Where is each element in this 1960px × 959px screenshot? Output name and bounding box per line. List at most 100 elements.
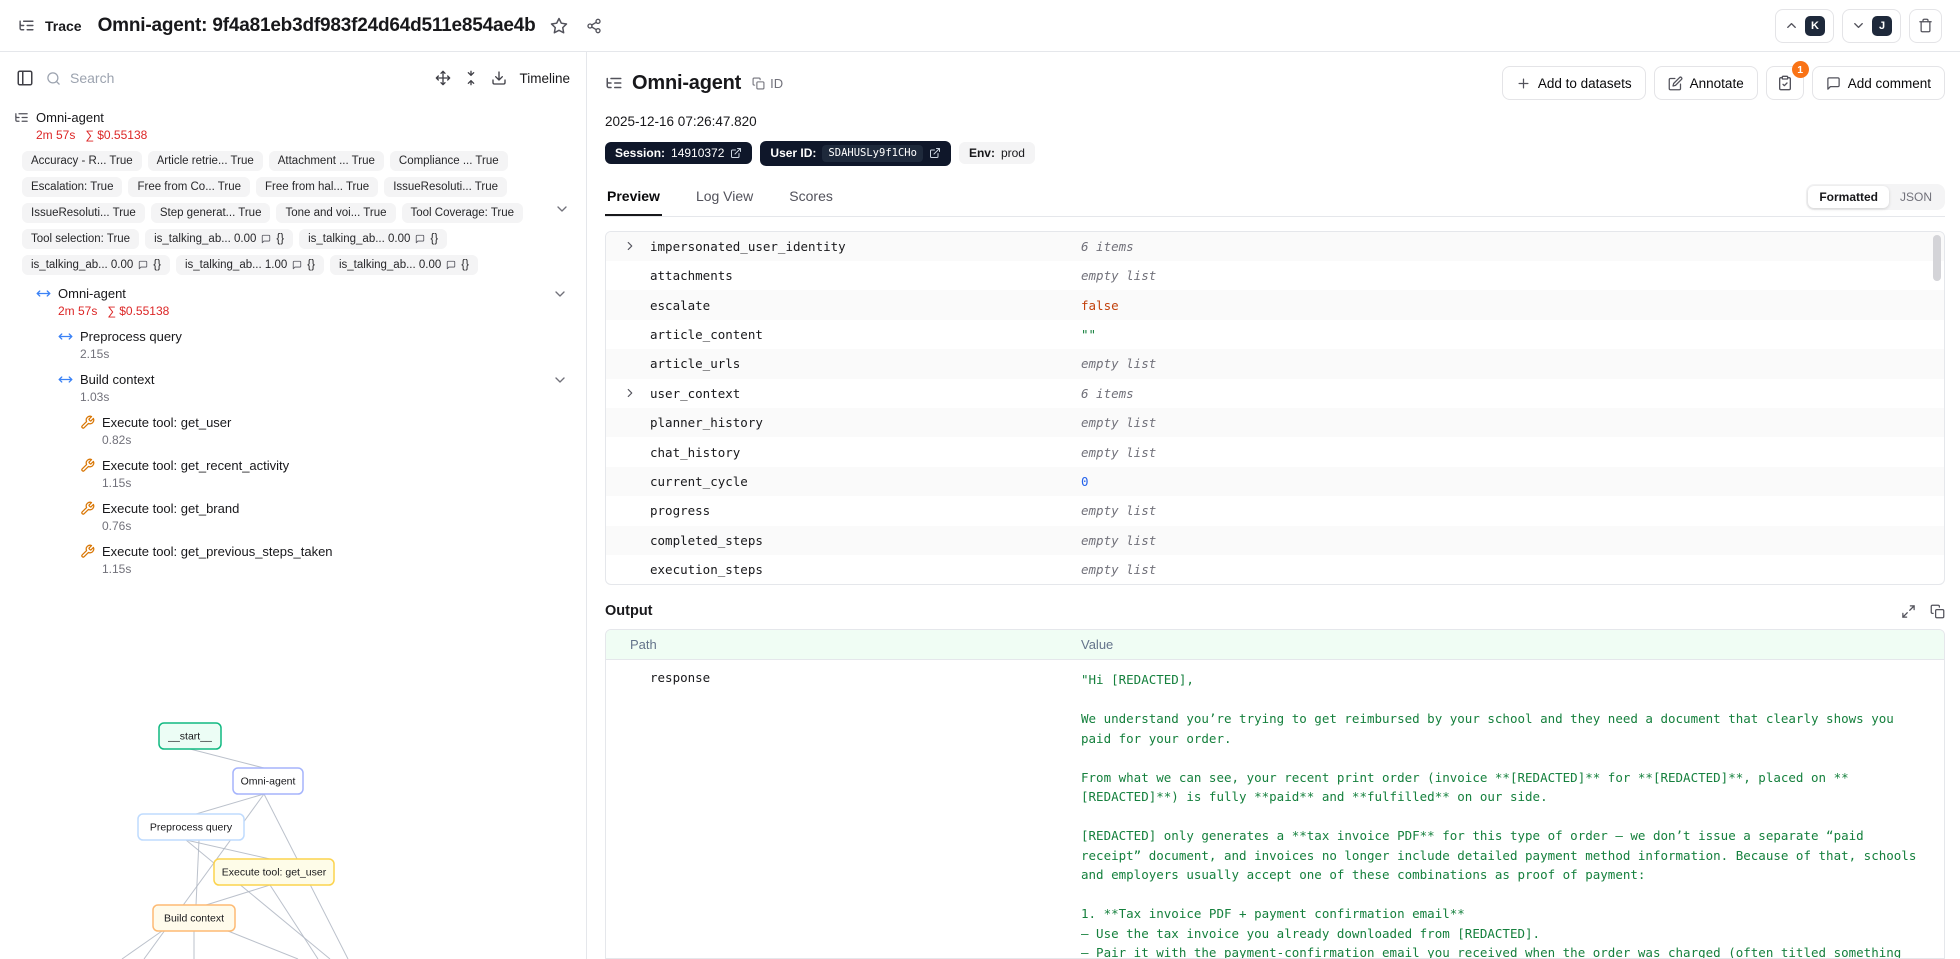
score-badge[interactable]: is_talking_ab... 0.00 {} [145, 229, 294, 249]
preview-row-planner-history[interactable]: planner_history empty list [606, 407, 1944, 438]
comment-icon [261, 234, 271, 244]
expand-all-icon[interactable] [435, 70, 451, 86]
session-badge[interactable]: Session: 14910372 [605, 142, 753, 165]
score-badge-label: is_talking_ab... 0.00 [154, 233, 257, 245]
next-trace-button[interactable]: J [1842, 8, 1901, 43]
plus-icon [1516, 76, 1531, 91]
chevron-right-icon[interactable] [623, 386, 637, 400]
graph-node-label: Execute tool: get_user [222, 867, 327, 879]
graph-node-preprocess-query[interactable]: Preprocess query [137, 813, 245, 841]
cost-label: ∑ $0.55138 [107, 304, 170, 318]
graph-node-label: Build context [164, 913, 224, 925]
preview-row-chat-history[interactable]: chat_history empty list [606, 437, 1944, 466]
row-value: 6 items [1081, 385, 1134, 401]
score-badge[interactable]: Tool Coverage: True [401, 203, 524, 223]
format-option-formatted[interactable]: Formatted [1808, 185, 1889, 208]
score-badge[interactable]: is_talking_ab... 0.00 {} [299, 229, 448, 249]
tab-preview[interactable]: Preview [605, 182, 662, 216]
search-box[interactable] [46, 70, 424, 86]
timeline-toggle[interactable]: Timeline [519, 71, 570, 86]
edit-icon [1668, 76, 1683, 91]
score-badge-comment: {} [307, 259, 315, 271]
preview-row-progress[interactable]: progress empty list [606, 496, 1944, 525]
delete-trace-button[interactable] [1909, 8, 1942, 43]
score-badge[interactable]: Escalation: True [22, 177, 123, 197]
score-badge[interactable]: Tool selection: True [22, 229, 140, 249]
row-value: empty list [1081, 268, 1157, 284]
chevron-down-icon[interactable] [554, 201, 570, 217]
tree-node-preprocess-query[interactable]: Preprocess query 2.15s [14, 329, 570, 361]
graph-node-build-context[interactable]: Build context [152, 904, 236, 932]
score-badge[interactable]: Free from hal... True [256, 177, 379, 197]
chevron-down-icon[interactable] [552, 372, 568, 388]
score-badge[interactable]: Attachment ... True [268, 151, 384, 171]
preview-row-completed-steps[interactable]: completed_steps empty list [606, 525, 1944, 555]
chevron-down-icon[interactable] [552, 286, 568, 302]
preview-row-current-cycle[interactable]: current_cycle 0 [606, 466, 1944, 497]
score-badge-label: Tone and voi... True [285, 207, 387, 219]
tree-node-build-context[interactable]: Build context 1.03s [14, 372, 570, 404]
external-link-icon [929, 147, 941, 159]
share-button[interactable] [582, 14, 606, 38]
annotate-button[interactable]: Annotate [1653, 66, 1758, 100]
graph-node-start[interactable]: __start__ [158, 722, 222, 750]
detail-header: Omni-agent ID Add to datasets Annotate 1 [605, 61, 1945, 100]
score-badge[interactable]: Accuracy - R... True [22, 151, 142, 171]
row-value: false [1081, 297, 1119, 313]
format-toggle[interactable]: Formatted JSON [1806, 183, 1945, 210]
trace-tree-panel: Timeline Omni-agent 2m 57s ∑ $0.55138 Accur… [0, 52, 587, 959]
tree-node-execute-tool-get-recent-activity[interactable]: Execute tool: get_recent_activity 1.15s [14, 458, 570, 490]
tree-node-execute-tool-get-user[interactable]: Execute tool: get_user 0.82s [14, 415, 570, 447]
tree-node-omni-agent[interactable]: Omni-agent 2m 57s ∑ $0.55138 Accuracy - R..… [14, 110, 570, 275]
add-to-datasets-button[interactable]: Add to datasets [1501, 66, 1646, 100]
move-horizontal-icon [58, 372, 73, 387]
preview-row-execution-steps[interactable]: execution_steps empty list [606, 555, 1944, 584]
copy-icon[interactable] [1930, 604, 1945, 619]
panel-left-icon[interactable] [16, 69, 34, 87]
row-key: planner_history [650, 415, 763, 431]
tab-log-view[interactable]: Log View [694, 182, 755, 216]
preview-row-user-context[interactable]: user_context 6 items [606, 379, 1944, 408]
value-header: Value [1081, 637, 1114, 653]
tree-node-execute-tool-get-brand[interactable]: Execute tool: get_brand 0.76s [14, 501, 570, 533]
preview-row-impersonated-user-identity[interactable]: impersonated_user_identity 6 items [606, 231, 1944, 261]
score-badge[interactable]: Free from Co... True [128, 177, 250, 197]
output-row-response[interactable]: response "Hi [REDACTED], We understand y… [606, 660, 1944, 958]
trace-detail-panel: Omni-agent ID Add to datasets Annotate 1 [587, 52, 1960, 959]
chevron-right-icon[interactable] [623, 239, 637, 253]
score-badge[interactable]: is_talking_ab... 1.00 {} [175, 255, 324, 275]
scrollbar-thumb[interactable] [1933, 234, 1941, 281]
bookmark-button[interactable] [546, 13, 572, 39]
row-key: attachments [650, 268, 733, 284]
format-option-json[interactable]: JSON [1889, 186, 1943, 208]
expand-icon[interactable] [1901, 604, 1916, 619]
add-comment-button[interactable]: Add comment [1811, 66, 1945, 100]
preview-row-attachments[interactable]: attachments empty list [606, 261, 1944, 290]
preview-row-escalate[interactable]: escalate false [606, 290, 1944, 320]
score-badge[interactable]: Step generat... True [150, 203, 271, 223]
score-badge[interactable]: IssueResoluti... True [22, 203, 145, 223]
tree-node-execute-tool-get-previous-steps-taken[interactable]: Execute tool: get_previous_steps_taken 1.… [14, 544, 570, 576]
user-id-badge[interactable]: User ID: SDAHUSLy9f1CHo [760, 141, 951, 166]
score-badge[interactable]: Article retrie... True [147, 151, 263, 171]
duration-label: 1.15s [102, 562, 132, 576]
tree-node-omni-agent[interactable]: Omni-agent 2m 57s ∑ $0.55138 [14, 286, 570, 318]
preview-row-article-content[interactable]: article_content "" [606, 320, 1944, 349]
fold-icon[interactable] [463, 70, 479, 86]
search-input[interactable] [70, 70, 424, 86]
prev-trace-button[interactable]: K [1775, 8, 1834, 43]
score-badge[interactable]: Tone and voi... True [276, 203, 396, 223]
score-badge[interactable]: is_talking_ab... 0.00 {} [22, 255, 170, 275]
score-badge[interactable]: IssueResoluti... True [384, 177, 508, 197]
preview-row-article-urls[interactable]: article_urls empty list [606, 349, 1944, 379]
tab-scores[interactable]: Scores [787, 182, 835, 216]
graph-node-omni-agent[interactable]: Omni-agent [232, 767, 304, 795]
annotation-queue-button[interactable]: 1 [1765, 61, 1809, 100]
download-icon[interactable] [491, 70, 507, 86]
graph-node-execute-tool-get-user[interactable]: Execute tool: get_user [213, 858, 335, 886]
copy-id-button[interactable]: ID [752, 76, 783, 91]
tree-node-label: Execute tool: get_brand [102, 501, 240, 516]
score-badge[interactable]: Compliance ... True [389, 151, 508, 171]
score-badge-label: is_talking_ab... 0.00 [338, 259, 442, 271]
score-badge[interactable]: is_talking_ab... 0.00 {} [329, 255, 478, 275]
